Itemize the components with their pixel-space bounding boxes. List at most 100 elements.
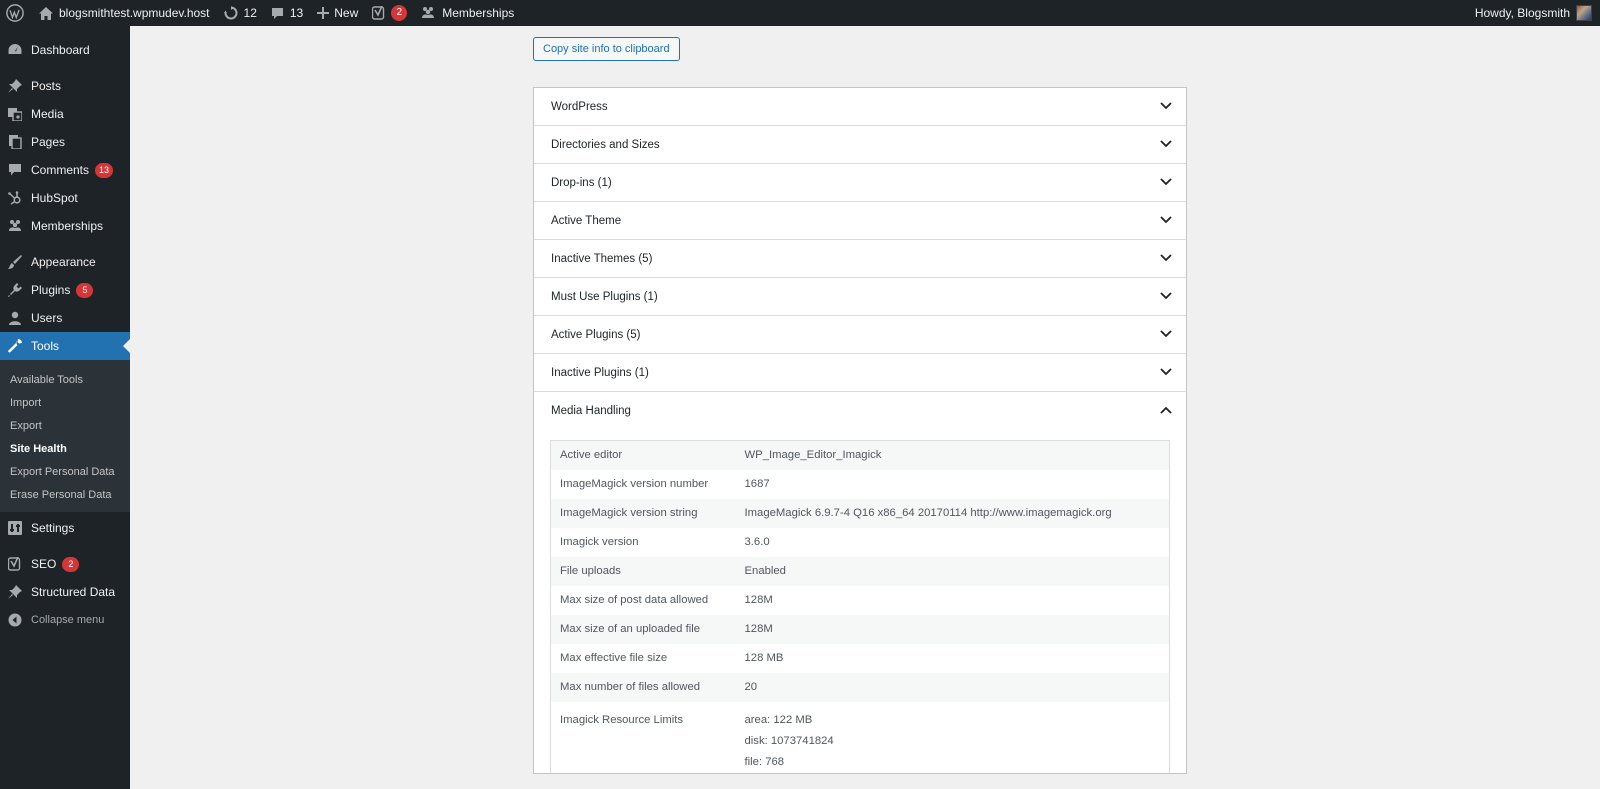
yoast-link[interactable]: 2 [365, 0, 414, 26]
row-value: 128M [744, 594, 773, 606]
updates-count: 12 [243, 6, 257, 20]
chevron-down-icon [1160, 215, 1172, 227]
memberships-link[interactable]: Memberships [414, 0, 521, 26]
menu-item-posts[interactable]: Posts [0, 72, 130, 100]
comments-link[interactable]: 13 [264, 0, 310, 26]
menu-label-posts: Posts [31, 79, 62, 93]
table-row: Max number of files allowed 20 [550, 672, 1170, 702]
accordion-inactive-themes[interactable]: Inactive Themes (5) [534, 240, 1186, 278]
plus-icon [317, 7, 330, 19]
new-label: New [334, 6, 359, 20]
collapse-icon [8, 613, 22, 627]
admin-menu: Dashboard Posts Media Pages Comments 13 … [0, 26, 130, 789]
seo-badge: 2 [62, 556, 80, 572]
site-health-accordion: WordPress Directories and Sizes Drop-ins… [533, 87, 1187, 774]
submenu-item-export-personal-data[interactable]: Export Personal Data [0, 460, 130, 483]
submenu-item-available-tools[interactable]: Available Tools [0, 368, 130, 391]
menu-label-collapse: Collapse menu [31, 614, 105, 626]
accordion-directories-and-sizes[interactable]: Directories and Sizes [534, 126, 1186, 164]
row-value: area: 122 MB disk: 1073741824 file: 768 [736, 702, 1170, 773]
submenu-item-export[interactable]: Export [0, 414, 130, 437]
new-content-link[interactable]: New [310, 0, 365, 26]
menu-label-media: Media [31, 107, 64, 121]
yoast-icon [8, 557, 22, 571]
row-value: 128M [735, 614, 1170, 644]
pages-icon [8, 135, 22, 149]
accordion-title: Directories and Sizes [551, 138, 660, 151]
menu-item-dashboard[interactable]: Dashboard [0, 36, 130, 64]
table-row: ImageMagick version number 1687 [551, 470, 1170, 499]
row-label: ImageMagick version string [550, 498, 736, 528]
media-icon [8, 107, 22, 121]
accordion-title: Inactive Plugins (1) [551, 366, 649, 379]
accordion-media-handling[interactable]: Media Handling [534, 392, 1186, 430]
menu-item-appearance[interactable]: Appearance [0, 248, 130, 276]
site-name: blogsmithtest.wpmudev.host [59, 6, 210, 20]
copy-site-info-button[interactable]: Copy site info to clipboard [533, 37, 680, 61]
accordion-active-plugins[interactable]: Active Plugins (5) [534, 316, 1186, 354]
row-label: Max size of post data allowed [560, 594, 709, 606]
row-label: Imagick Resource Limits [560, 713, 684, 726]
accordion-title: Must Use Plugins (1) [551, 290, 658, 303]
table-row: ImageMagick version string ImageMagick 6.… [550, 498, 1170, 528]
menu-label-plugins: Plugins [31, 283, 71, 297]
menu-item-hubspot[interactable]: HubSpot [0, 184, 130, 212]
chevron-up-icon [1160, 405, 1172, 417]
pin-icon [8, 585, 22, 599]
chevron-down-icon [1160, 367, 1172, 379]
row-value: Enabled [735, 556, 1170, 586]
row-label: Max number of files allowed [550, 672, 736, 702]
collapse-menu-button[interactable]: Collapse menu [0, 606, 130, 634]
plugin-icon [8, 283, 22, 297]
my-account-link[interactable]: Howdy, Blogsmith [1468, 0, 1600, 26]
site-name-link[interactable]: blogsmithtest.wpmudev.host [32, 0, 217, 26]
menu-item-media[interactable]: Media [0, 100, 130, 128]
menu-label-settings: Settings [31, 521, 75, 535]
menu-item-tools[interactable]: Tools [0, 332, 130, 360]
menu-item-users[interactable]: Users [0, 304, 130, 332]
accordion-wordpress[interactable]: WordPress [534, 88, 1186, 126]
accordion-title: WordPress [551, 100, 608, 113]
plugins-badge: 5 [76, 282, 94, 298]
menu-item-memberships[interactable]: Memberships [0, 212, 130, 240]
settings-icon [8, 521, 22, 535]
chevron-down-icon [1160, 101, 1172, 113]
updates-link[interactable]: 12 [217, 0, 264, 26]
menu-label-appearance: Appearance [31, 255, 96, 269]
wordpress-logo-icon[interactable] [0, 0, 30, 26]
submenu-item-site-health[interactable]: Site Health [0, 437, 130, 460]
row-value: 20 [735, 672, 1170, 702]
menu-item-structured-data[interactable]: Structured Data [0, 578, 130, 606]
accordion-drop-ins[interactable]: Drop-ins (1) [534, 164, 1186, 202]
row-value: ImageMagick 6.9.7-4 Q16 x86_64 20170114 … [735, 498, 1170, 528]
comment-icon [8, 163, 22, 177]
submenu-item-erase-personal-data[interactable]: Erase Personal Data [0, 483, 130, 506]
comments-count: 13 [289, 6, 304, 20]
menu-item-plugins[interactable]: Plugins 5 [0, 276, 130, 304]
row-value: 3.6.0 [744, 536, 770, 548]
chevron-down-icon [1160, 177, 1172, 189]
row-value: 128 MB [744, 652, 784, 664]
howdy-text: Howdy, Blogsmith [1474, 6, 1570, 20]
updates-icon [223, 6, 238, 20]
comments-badge: 13 [95, 162, 114, 178]
row-label: File uploads [550, 556, 736, 586]
menu-item-seo[interactable]: SEO 2 [0, 550, 130, 578]
submenu-item-import[interactable]: Import [0, 391, 130, 414]
wrench-icon [8, 339, 22, 353]
dashboard-icon [8, 43, 22, 57]
accordion-title: Inactive Themes (5) [551, 252, 653, 265]
menu-label-comments: Comments [31, 163, 90, 177]
menu-label-structured-data: Structured Data [31, 585, 116, 599]
accordion-inactive-plugins[interactable]: Inactive Plugins (1) [534, 354, 1186, 392]
row-label: Active editor [550, 440, 736, 470]
menu-item-settings[interactable]: Settings [0, 514, 130, 542]
media-handling-panel: Active editor WP_Image_Editor_Imagick Ima… [534, 430, 1186, 773]
users-icon [8, 311, 22, 325]
menu-label-seo: SEO [31, 557, 57, 571]
menu-item-pages[interactable]: Pages [0, 128, 130, 156]
paintbrush-icon [8, 255, 22, 269]
menu-item-comments[interactable]: Comments 13 [0, 156, 130, 184]
accordion-must-use-plugins[interactable]: Must Use Plugins (1) [534, 278, 1186, 316]
accordion-active-theme[interactable]: Active Theme [534, 202, 1186, 240]
